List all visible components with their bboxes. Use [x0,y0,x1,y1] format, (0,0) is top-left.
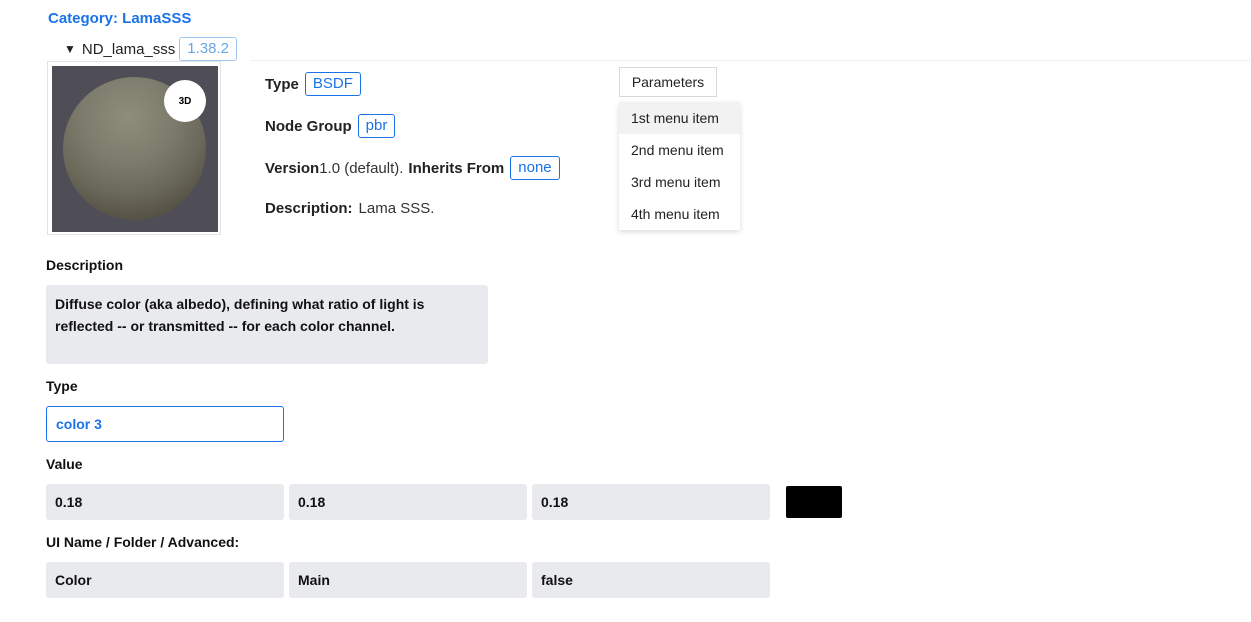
description-label: Description: [265,200,353,217]
version-value: 1.0 (default). [319,159,404,177]
parameters-button[interactable]: Parameters [619,67,717,97]
input-description-label: Description [46,257,124,273]
preview-render: 3D [52,66,218,232]
input-type-field[interactable]: color 3 [46,406,284,442]
node-header[interactable]: ▼ ND_lama_sss 1.38.2 [64,37,237,61]
divider [250,60,1251,61]
ui-name-label: UI Name / Folder / Advanced: [46,534,240,550]
description-row: Description: Lama SSS. [265,200,434,217]
input-description-text: Diffuse color (aka albedo), defining wha… [46,285,488,364]
node-name: ND_lama_sss [81,40,176,58]
value-field-g[interactable]: 0.18 [289,484,527,520]
input-type-label: Type [46,378,78,394]
collapse-triangle-icon[interactable]: ▼ [64,42,76,56]
input-value-label: Value [46,456,83,472]
value-field-r[interactable]: 0.18 [46,484,284,520]
inherits-tag[interactable]: none [510,156,560,180]
type-row: Type BSDF [265,72,361,96]
parameters-menu: 1st menu item 2nd menu item 3rd menu ite… [619,102,740,230]
menu-item-2[interactable]: 2nd menu item [619,134,740,166]
color-swatch[interactable] [786,486,842,518]
description-value: Lama SSS. [358,200,435,217]
ui-folder-field[interactable]: Main [289,562,527,598]
version-label: Version [265,159,320,177]
node-group-label: Node Group [265,117,352,135]
menu-item-3[interactable]: 3rd menu item [619,166,740,198]
version-tag[interactable]: 1.38.2 [179,37,237,61]
type-label: Type [265,75,299,93]
ui-advanced-field[interactable]: false [532,562,770,598]
type-tag[interactable]: BSDF [304,72,361,96]
material-preview: 3D [47,61,221,235]
ui-name-field[interactable]: Color [46,562,284,598]
menu-item-1[interactable]: 1st menu item [619,102,740,134]
menu-item-4[interactable]: 4th menu item [619,198,740,230]
value-field-b[interactable]: 0.18 [532,484,770,520]
version-row: Version 1.0 (default). Inherits From non… [265,156,560,180]
node-group-tag[interactable]: pbr [357,114,396,138]
view-3d-button[interactable]: 3D [164,80,206,122]
category-title: Category: LamaSSS [48,10,192,27]
inherits-label: Inherits From [408,159,505,177]
node-group-row: Node Group pbr [265,114,396,138]
